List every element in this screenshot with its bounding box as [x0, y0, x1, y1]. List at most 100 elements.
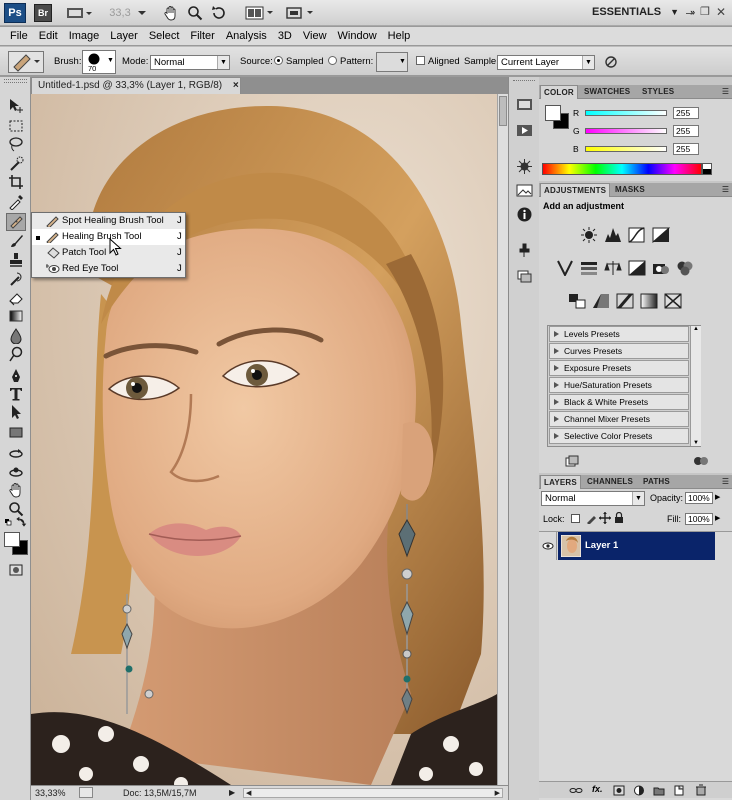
color-balance-icon[interactable]	[604, 260, 622, 276]
fill-field[interactable]: 100%	[685, 513, 713, 525]
green-slider[interactable]	[585, 128, 667, 134]
source-pattern-radio[interactable]: Pattern:	[328, 56, 373, 67]
eraser-tool[interactable]	[6, 289, 26, 307]
presets-scrollbar[interactable]: ▲ ▼	[690, 326, 701, 446]
document-tab[interactable]: Untitled-1.psd @ 33,3% (Layer 1, RGB/8) …	[31, 77, 241, 94]
scroll-thumb[interactable]	[499, 96, 507, 126]
zoom-tool-button[interactable]	[186, 3, 204, 23]
zoom-tool[interactable]	[6, 500, 26, 518]
brush-tool[interactable]	[6, 232, 26, 250]
layer-style-icon[interactable]: fx.	[592, 784, 603, 794]
preset-levels[interactable]: Levels Presets	[549, 326, 689, 342]
arrange-documents-button[interactable]	[244, 3, 276, 23]
screen-mode-button[interactable]	[284, 3, 316, 23]
opacity-field[interactable]: 100%	[685, 492, 713, 504]
fill-slider-arrow-icon[interactable]: ▶	[715, 514, 720, 522]
info-panel-icon[interactable]	[516, 207, 533, 222]
layer-row-layer-1[interactable]: Layer 1	[558, 532, 715, 560]
return-to-list-icon[interactable]	[565, 455, 579, 467]
aligned-checkbox[interactable]: Aligned	[416, 56, 460, 67]
menu-select[interactable]: Select	[145, 30, 187, 42]
dock-grip[interactable]	[513, 80, 535, 83]
tab-masks[interactable]: MASKS	[612, 183, 648, 197]
black-white-ramp[interactable]	[702, 163, 712, 175]
blur-tool[interactable]	[6, 327, 26, 345]
crop-tool[interactable]	[6, 173, 26, 191]
healing-brush-tool[interactable]	[6, 213, 26, 231]
tab-color[interactable]: COLOR	[540, 85, 578, 99]
status-options-icon[interactable]	[79, 787, 93, 798]
tab-layers[interactable]: LAYERS	[540, 475, 581, 489]
levels-icon[interactable]	[604, 227, 622, 243]
eyedropper-tool[interactable]	[6, 193, 26, 211]
vibrance-icon[interactable]	[556, 260, 574, 276]
g-value-field[interactable]: 255	[673, 125, 699, 137]
quick-selection-tool[interactable]	[6, 155, 26, 173]
r-value-field[interactable]: 255	[673, 107, 699, 119]
color-ramp[interactable]	[542, 163, 702, 175]
threshold-icon[interactable]	[616, 293, 634, 309]
tab-channels[interactable]: CHANNELS	[584, 475, 636, 489]
menu-file[interactable]: File	[6, 30, 35, 42]
selective-color-icon[interactable]	[664, 293, 682, 309]
dodge-tool[interactable]	[6, 345, 26, 363]
horizontal-scrollbar[interactable]: ◀ ▶	[243, 788, 503, 798]
panel-menu-icon[interactable]: ☰	[722, 185, 729, 194]
quick-mask-button[interactable]	[6, 561, 26, 579]
preset-black-white[interactable]: Black & White Presets	[549, 394, 689, 410]
tool-preset-picker[interactable]	[8, 51, 44, 73]
tab-styles[interactable]: STYLES	[639, 85, 677, 99]
status-zoom[interactable]: 33,33%	[35, 788, 66, 798]
preset-curves[interactable]: Curves Presets	[549, 343, 689, 359]
sample-select[interactable]: Current Layer ▼	[497, 55, 595, 70]
3d-rotate-tool[interactable]	[6, 445, 26, 463]
menu-3d[interactable]: 3D	[274, 30, 299, 42]
photo-filter-icon[interactable]	[652, 260, 670, 276]
flyout-item-red-eye[interactable]: Red Eye Tool J	[32, 261, 185, 277]
red-slider[interactable]	[585, 110, 667, 116]
vertical-scrollbar[interactable]	[497, 94, 508, 785]
close-button[interactable]: ✕	[716, 5, 726, 19]
panel-menu-icon[interactable]: ☰	[722, 477, 729, 486]
menu-edit[interactable]: Edit	[35, 30, 65, 42]
new-layer-icon[interactable]	[673, 785, 685, 796]
lock-all-icon[interactable]	[614, 512, 624, 524]
hand-tool-button[interactable]	[162, 3, 180, 23]
history-brush-tool[interactable]	[6, 270, 26, 288]
foreground-color-swatch[interactable]	[4, 532, 20, 547]
actions-panel-icon[interactable]	[516, 123, 533, 138]
pen-tool[interactable]	[6, 367, 26, 385]
menu-filter[interactable]: Filter	[186, 30, 221, 42]
workspace-switcher[interactable]: ESSENTIALS ▼ »	[592, 6, 695, 18]
marquee-tool[interactable]	[6, 117, 26, 135]
clone-stamp-tool[interactable]	[6, 251, 26, 269]
brightness-contrast-icon[interactable]	[580, 227, 598, 243]
expand-view-icon[interactable]	[693, 455, 709, 467]
zoom-level-dropdown[interactable]: 33,3	[104, 3, 152, 23]
path-selection-tool[interactable]	[6, 403, 26, 421]
scroll-right-icon[interactable]: ▶	[495, 789, 500, 797]
invert-icon[interactable]	[568, 293, 586, 309]
layer-comps-icon[interactable]	[516, 269, 533, 284]
delete-layer-icon[interactable]	[695, 784, 707, 796]
lock-pixels-icon[interactable]	[585, 512, 597, 524]
restore-button[interactable]: ❐	[700, 5, 710, 18]
panel-menu-icon[interactable]: ☰	[722, 87, 729, 96]
new-adjustment-layer-icon[interactable]	[633, 785, 645, 796]
navigator-panel-icon[interactable]	[516, 183, 533, 198]
blue-slider[interactable]	[585, 146, 667, 152]
posterize-icon[interactable]	[592, 293, 610, 309]
scroll-left-icon[interactable]: ◀	[246, 789, 251, 797]
default-swap-colors[interactable]	[3, 517, 29, 527]
3d-orbit-tool[interactable]	[6, 463, 26, 481]
menu-view[interactable]: View	[299, 30, 334, 42]
clone-source-icon[interactable]	[516, 243, 533, 258]
curves-icon[interactable]	[628, 227, 646, 243]
b-value-field[interactable]: 255	[673, 143, 699, 155]
rotate-view-button[interactable]	[210, 3, 228, 23]
toolbox-grip[interactable]	[4, 79, 27, 83]
flyout-item-spot-healing[interactable]: Spot Healing Brush Tool J	[32, 213, 185, 229]
3d-panel-icon[interactable]	[516, 159, 533, 174]
scroll-up-icon[interactable]: ▲	[693, 326, 699, 332]
pattern-picker[interactable]: ▼	[376, 52, 408, 72]
